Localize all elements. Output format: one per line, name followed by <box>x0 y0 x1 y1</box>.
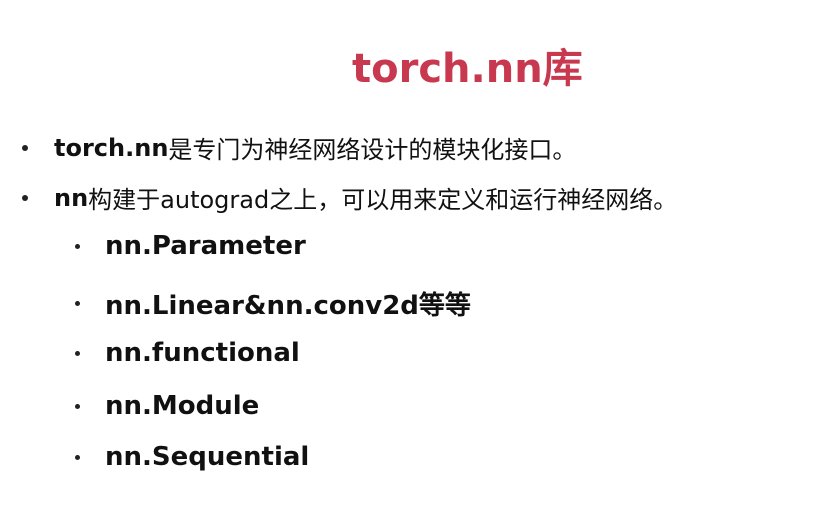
bullet-dot-icon <box>75 301 80 306</box>
sub-bullet-item: nn.Sequential <box>75 442 309 472</box>
bullet-dot-icon <box>75 403 80 409</box>
bullet-item: torch.nn 是专门为神经网络设计的模块化接口。 <box>22 130 576 165</box>
slide-title: torch.nn库 <box>352 46 583 92</box>
bullet-dot-icon <box>22 144 28 151</box>
sub-bullet-text: nn.Module <box>105 391 260 421</box>
bullet-bold-text: nn <box>54 183 89 212</box>
bullet-item: nn 构建于autograd之上，可以用来定义和运行神经网络。 <box>22 180 677 215</box>
sub-bullet-item: nn.Module <box>75 391 259 421</box>
bullet-dot-icon <box>75 454 80 460</box>
bullet-dot-icon <box>75 350 80 356</box>
slide: torch.nn库 torch.nn 是专门为神经网络设计的模块化接口。 nn 构建… <box>0 0 839 505</box>
sub-bullet-text: nn.functional <box>105 338 300 368</box>
sub-bullet-text: nn.Sequential <box>105 442 310 472</box>
bullet-dot-icon <box>75 243 80 249</box>
bullet-text: 是专门为神经网络设计的模块化接口。 <box>168 136 577 164</box>
bullet-dot-icon <box>22 194 28 201</box>
sub-bullet-text: nn.Linear&nn.conv2d等等 <box>105 291 471 321</box>
sub-bullet-item: nn.Linear&nn.conv2d等等 <box>75 285 471 322</box>
sub-bullet-item: nn.functional <box>75 338 300 368</box>
bullet-text: 构建于autograd之上，可以用来定义和运行神经网络。 <box>88 186 678 214</box>
sub-bullet-item: nn.Parameter <box>75 231 306 261</box>
sub-bullet-text: nn.Parameter <box>105 231 306 261</box>
bullet-bold-text: torch.nn <box>54 133 169 162</box>
